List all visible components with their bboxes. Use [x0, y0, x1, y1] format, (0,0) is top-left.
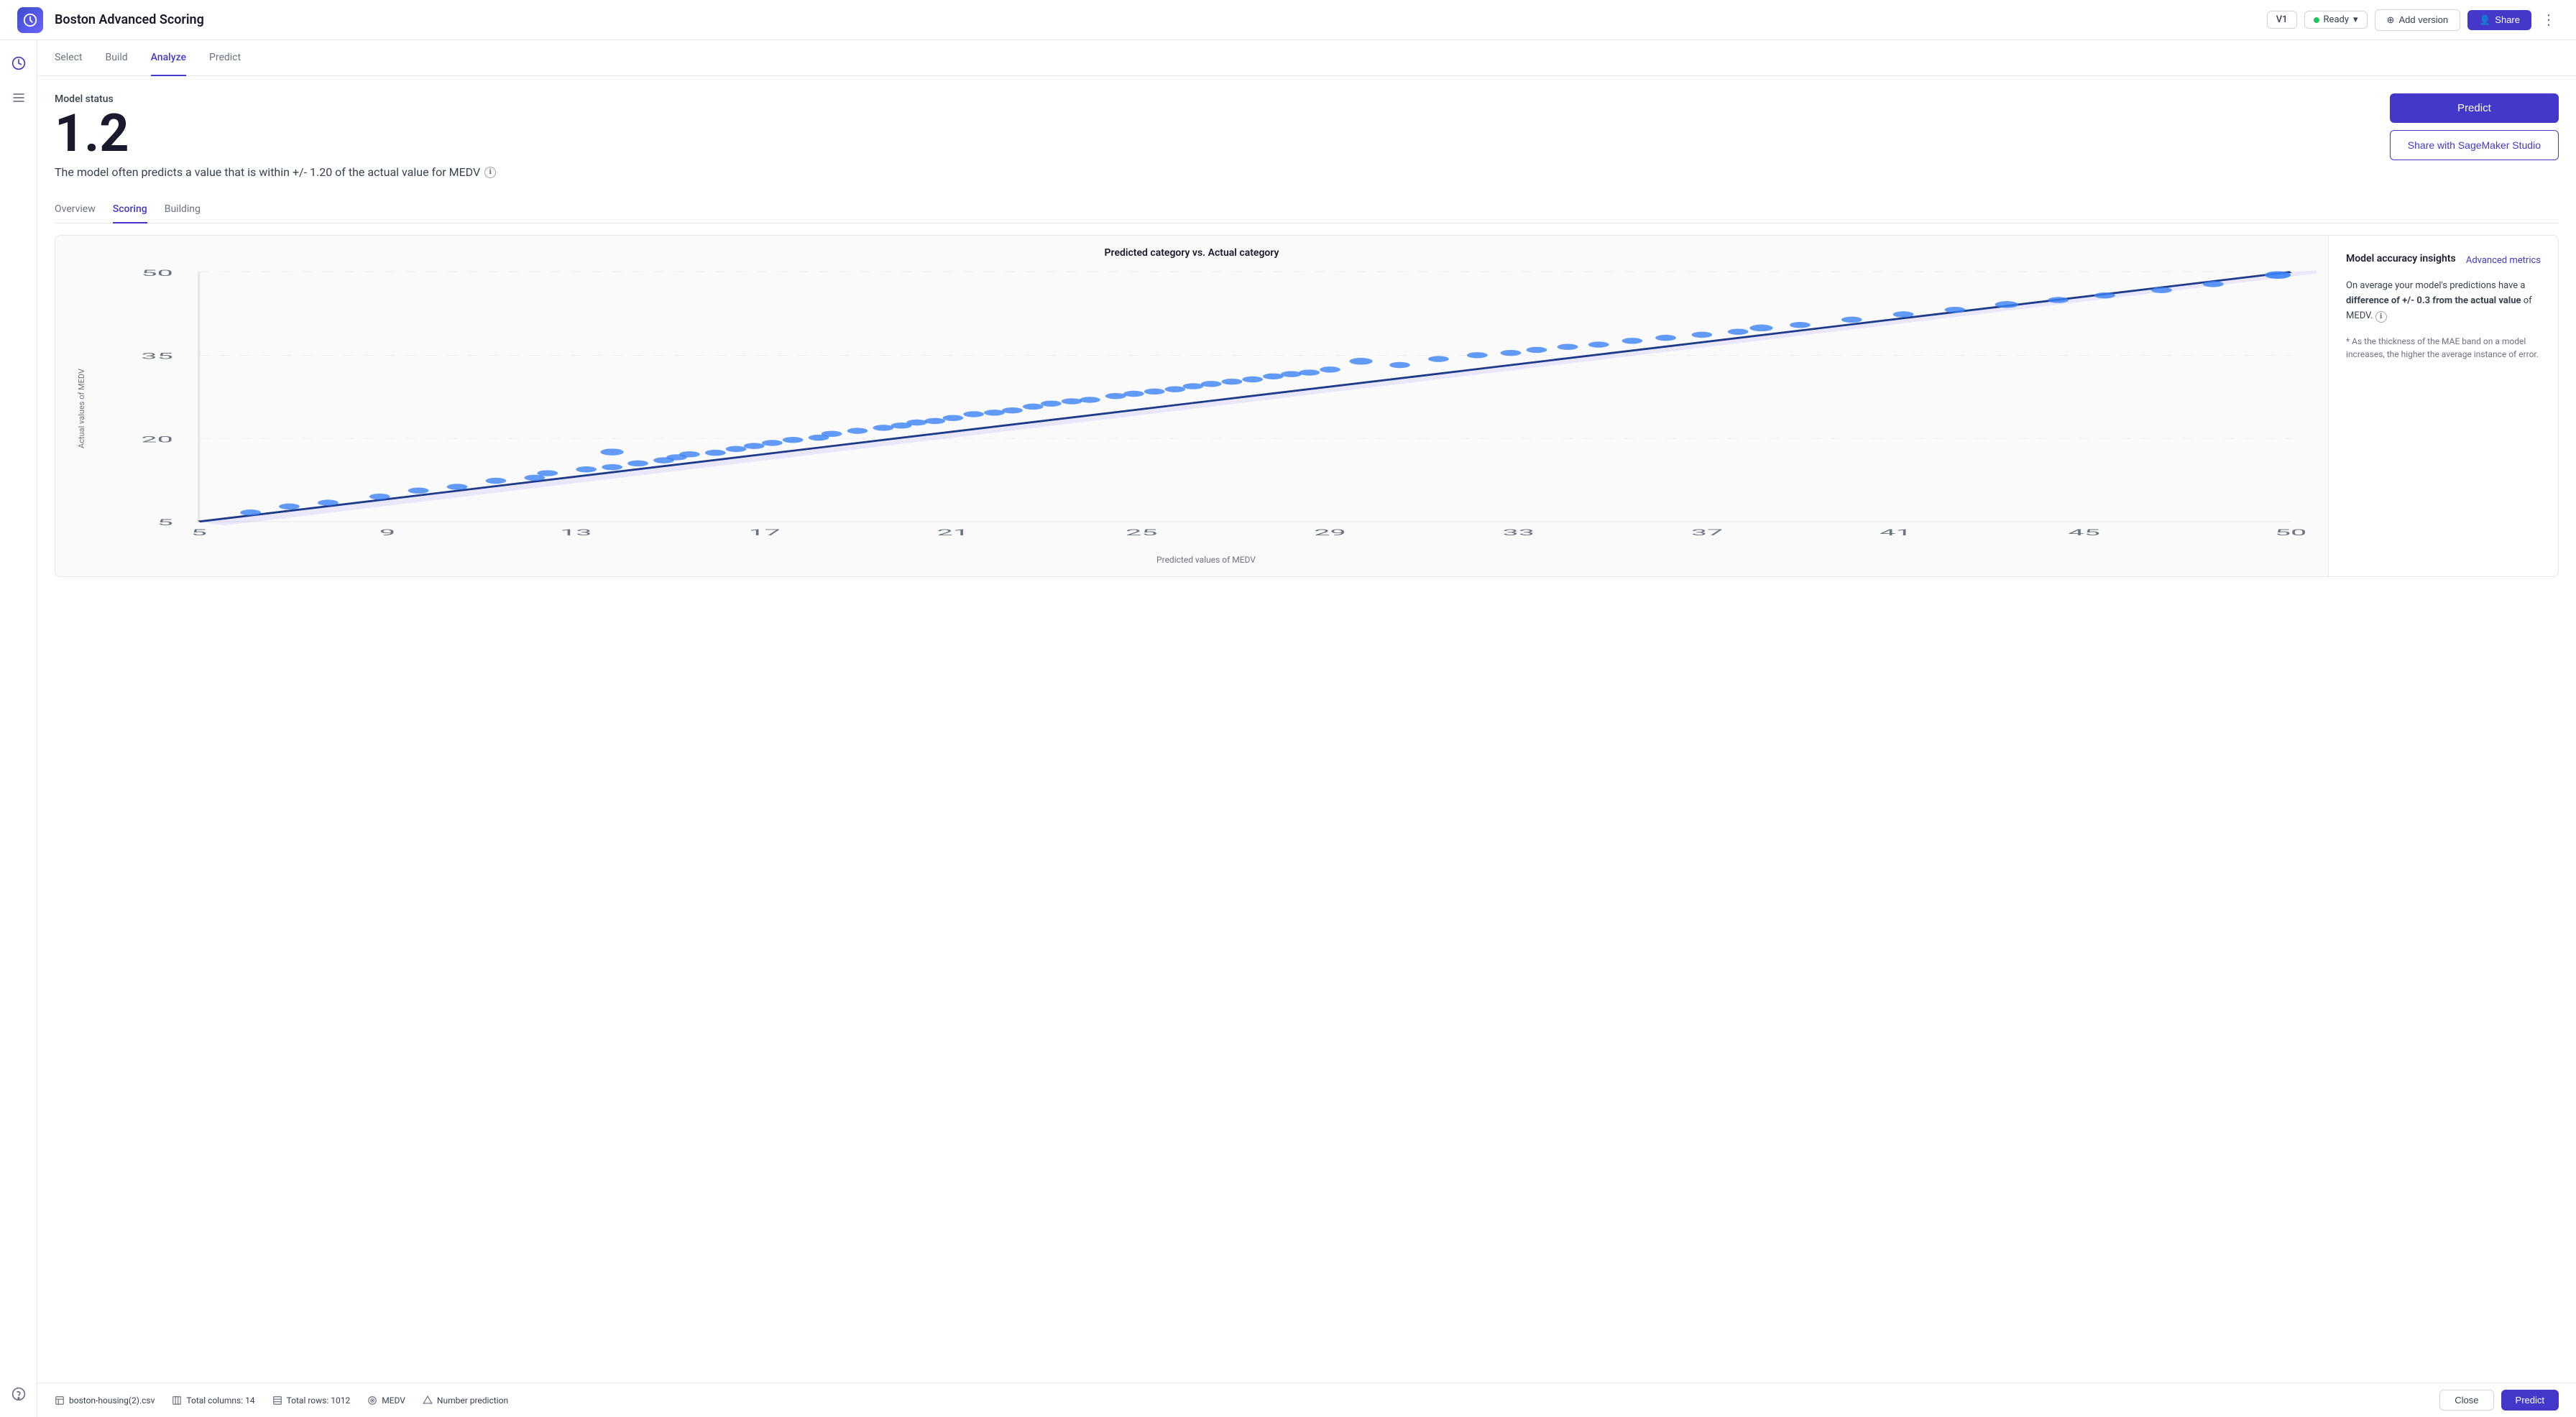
columns-icon: [172, 1395, 182, 1406]
sidebar-item-ai[interactable]: [7, 52, 30, 75]
plus-icon: ⊕: [2387, 14, 2395, 26]
rows-item: Total rows: 1012: [272, 1395, 351, 1406]
side-nav: [0, 40, 37, 1417]
predict-main-button[interactable]: Predict: [2390, 93, 2559, 123]
ready-dot: [2314, 17, 2319, 23]
x-axis-label: Predicted values of MEDV: [67, 555, 2317, 565]
tab-nav: Select Build Analyze Predict: [37, 40, 2576, 76]
chart-section: Predicted category vs. Actual category A…: [55, 235, 2559, 577]
content-area: Predict Share with SageMaker Studio Mode…: [37, 76, 2576, 1383]
main-content: Select Build Analyze Predict Predict Sha…: [37, 40, 2576, 1417]
insights-note: * As the thickness of the MAE band on a …: [2346, 335, 2541, 361]
columns-item: Total columns: 14: [172, 1395, 254, 1406]
sub-tab-overview[interactable]: Overview: [55, 196, 96, 223]
app-logo: [17, 7, 43, 33]
target-icon: [367, 1395, 377, 1406]
svg-text:20: 20: [141, 435, 172, 445]
tab-analyze[interactable]: Analyze: [151, 40, 186, 76]
svg-text:25: 25: [1126, 528, 1157, 538]
svg-text:17: 17: [748, 528, 780, 538]
sidebar-bottom: [7, 1383, 30, 1406]
add-version-button[interactable]: ⊕ Add version: [2375, 9, 2461, 31]
svg-text:50: 50: [141, 268, 172, 278]
close-button[interactable]: Close: [2439, 1390, 2493, 1411]
insights-panel: Model accuracy insights Advanced metrics…: [2328, 236, 2558, 576]
insights-title: Model accuracy insights: [2346, 253, 2456, 264]
tab-predict[interactable]: Predict: [209, 40, 241, 76]
chevron-down-icon: ▾: [2353, 14, 2358, 25]
predict-bottom-button[interactable]: Predict: [2501, 1390, 2559, 1411]
svg-text:5: 5: [191, 528, 207, 538]
sagemaker-button[interactable]: Share with SageMaker Studio: [2390, 130, 2559, 160]
svg-text:33: 33: [1503, 528, 1535, 538]
sidebar-item-help[interactable]: [7, 1383, 30, 1406]
bottom-bar: boston-housing(2).csv Total columns: 14 …: [37, 1383, 2576, 1417]
svg-text:5: 5: [157, 518, 173, 528]
top-bar: Boston Advanced Scoring V1 Ready ▾ ⊕ Add…: [0, 0, 2576, 40]
svg-text:37: 37: [1691, 528, 1723, 538]
sidebar-item-list[interactable]: [7, 86, 30, 109]
prediction-icon: [423, 1395, 433, 1406]
svg-text:35: 35: [141, 351, 172, 361]
header-actions: V1 Ready ▾ ⊕ Add version 👤 Share ⋮: [2267, 8, 2559, 32]
file-item: boston-housing(2).csv: [55, 1395, 155, 1406]
svg-text:13: 13: [560, 528, 592, 538]
chart-svg: 5 20 35 50 5 9 13 17 21 25: [96, 264, 2317, 552]
share-icon: 👤: [2479, 14, 2490, 26]
svg-text:50: 50: [2275, 528, 2306, 538]
svg-text:21: 21: [937, 528, 969, 538]
prediction-type-label: Number prediction: [437, 1395, 508, 1406]
layout: Select Build Analyze Predict Predict Sha…: [0, 40, 2576, 1417]
ready-badge[interactable]: Ready ▾: [2304, 11, 2368, 29]
y-axis-label: Actual values of MEDV: [77, 369, 86, 448]
tab-build[interactable]: Build: [105, 40, 127, 76]
svg-text:41: 41: [1880, 528, 1911, 538]
sub-tab-building[interactable]: Building: [165, 196, 201, 223]
app-title: Boston Advanced Scoring: [55, 12, 2255, 27]
tab-select[interactable]: Select: [55, 40, 82, 76]
bottom-info: boston-housing(2).csv Total columns: 14 …: [55, 1395, 2422, 1406]
info-icon[interactable]: ℹ: [484, 167, 496, 178]
more-options-button[interactable]: ⋮: [2539, 8, 2559, 32]
right-actions: Predict Share with SageMaker Studio: [2390, 93, 2559, 160]
file-name: boston-housing(2).csv: [69, 1395, 155, 1406]
model-description: The model often predicts a value that is…: [55, 165, 2559, 179]
insights-header: Model accuracy insights Advanced metrics: [2346, 253, 2541, 267]
model-status-label: Model status: [55, 93, 2559, 105]
columns-label: Total columns: 14: [186, 1395, 254, 1406]
chart-title: Predicted category vs. Actual category: [67, 247, 2317, 259]
model-score: 1.2: [55, 108, 2559, 160]
svg-text:45: 45: [2068, 528, 2099, 538]
rows-label: Total rows: 1012: [287, 1395, 351, 1406]
prediction-type-item: Number prediction: [423, 1395, 508, 1406]
target-item: MEDV: [367, 1395, 405, 1406]
svg-text:9: 9: [380, 528, 395, 538]
ready-label: Ready: [2324, 14, 2349, 25]
share-button[interactable]: 👤 Share: [2467, 10, 2531, 30]
rows-icon: [272, 1395, 282, 1406]
file-icon: [55, 1395, 65, 1406]
sub-tab-nav: Overview Scoring Building: [55, 196, 2559, 223]
chart-container: Predicted category vs. Actual category A…: [55, 236, 2328, 576]
svg-text:29: 29: [1314, 528, 1346, 538]
insights-info-icon[interactable]: ℹ: [2375, 311, 2387, 323]
insights-description: On average your model's predictions have…: [2346, 279, 2541, 323]
version-badge[interactable]: V1: [2267, 11, 2297, 29]
sub-tab-scoring[interactable]: Scoring: [113, 196, 147, 223]
advanced-metrics-link[interactable]: Advanced metrics: [2466, 255, 2541, 266]
bottom-actions: Close Predict: [2439, 1390, 2559, 1411]
target-label: MEDV: [382, 1395, 405, 1406]
